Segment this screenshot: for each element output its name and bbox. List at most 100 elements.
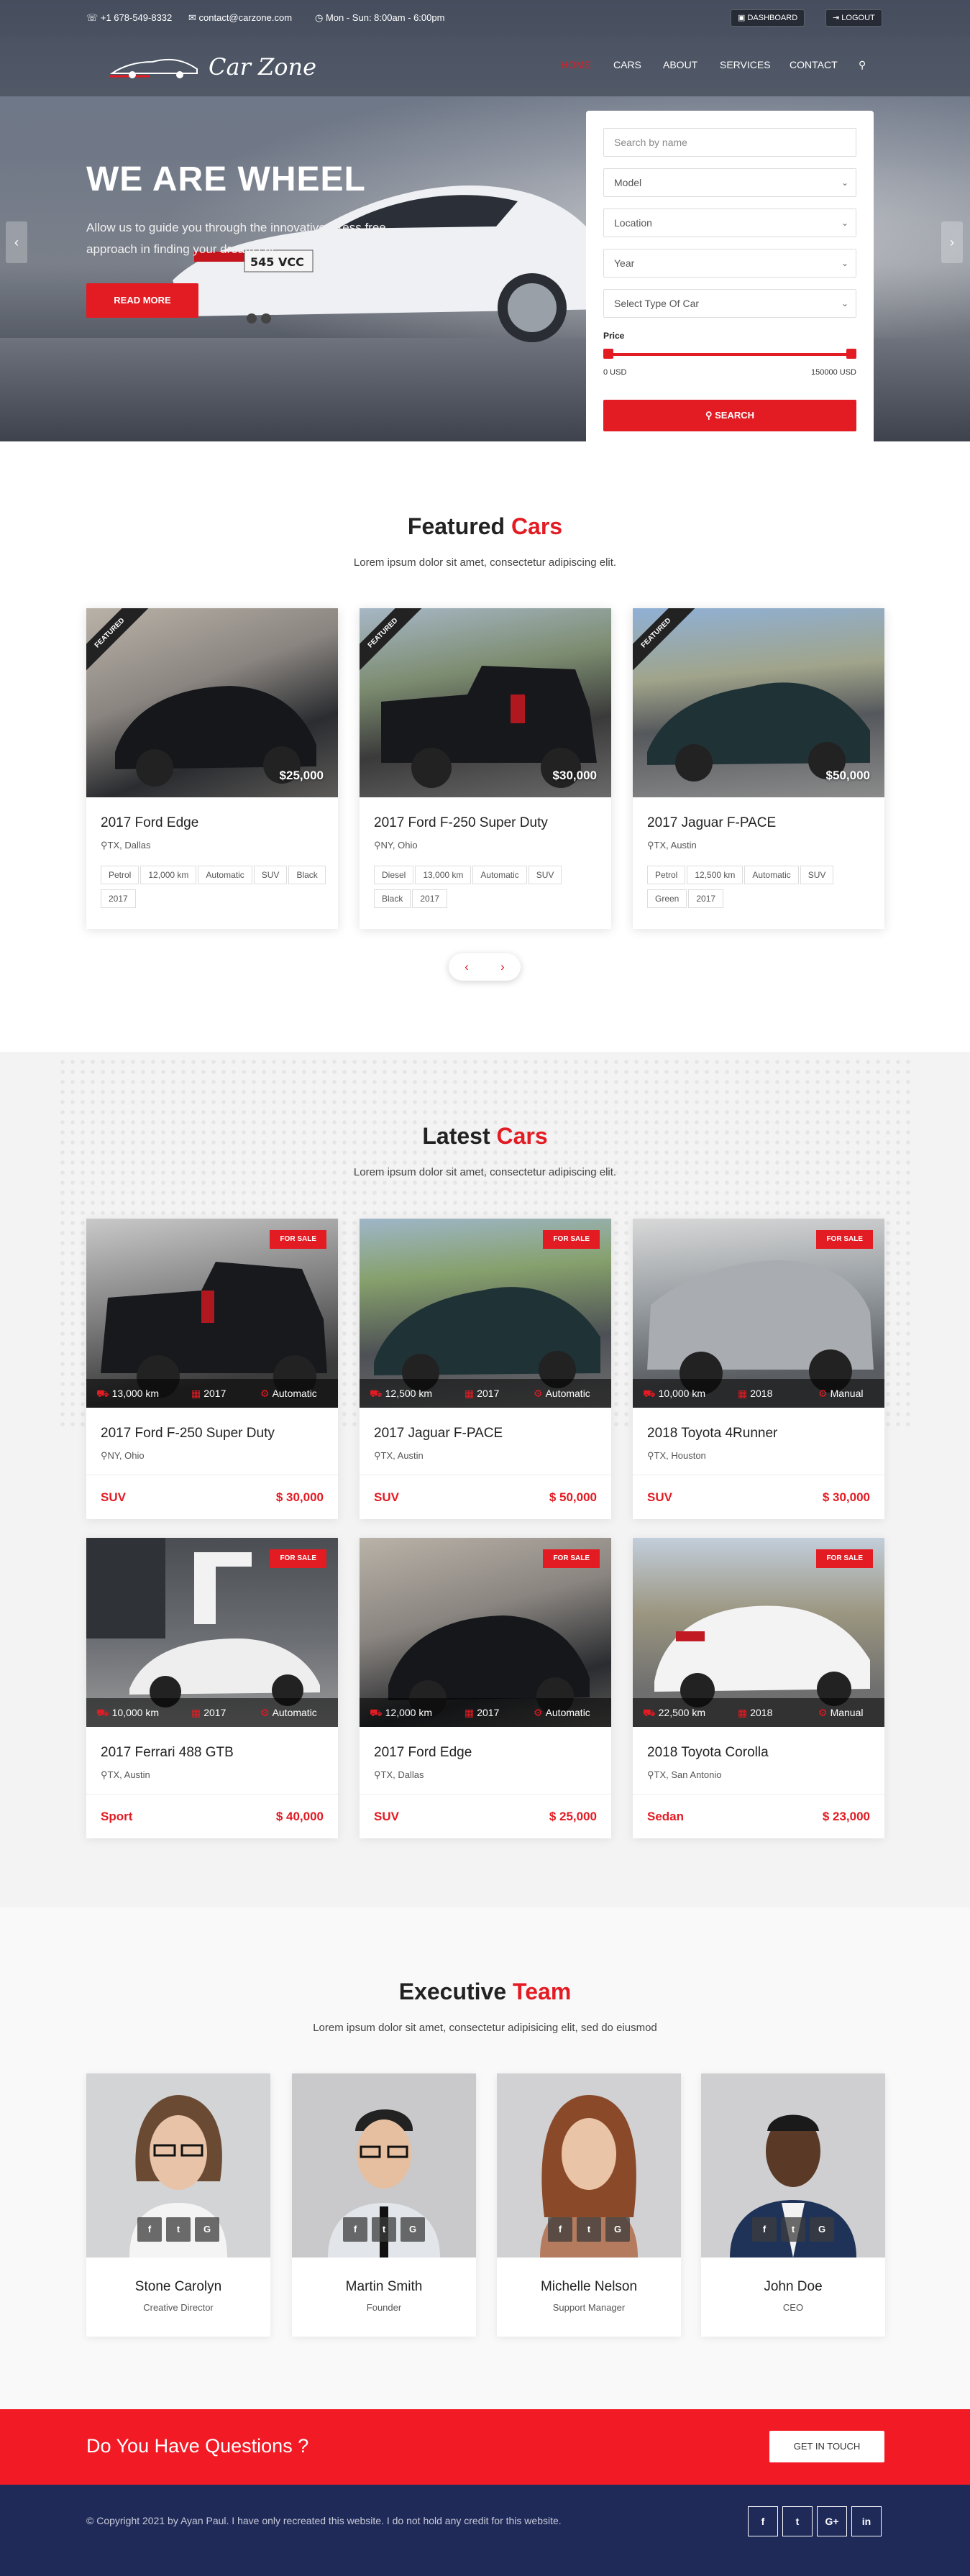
car-name[interactable]: 2018 Toyota Corolla (647, 1745, 769, 1761)
google-icon[interactable]: G (195, 2217, 219, 2242)
latest-title: Latest Cars (0, 1123, 970, 1150)
car-location-text: TX, Dallas (380, 1769, 424, 1780)
read-more-button[interactable]: READ MORE (86, 283, 198, 318)
email-info[interactable]: ✉ contact@carzone.com (188, 12, 292, 24)
car-name[interactable]: 2017 Ford F-250 Super Duty (374, 815, 548, 831)
type-select-value: Select Type Of Car (614, 298, 700, 309)
facebook-icon[interactable]: f (343, 2217, 367, 2242)
chevron-down-icon: ⌄ (841, 258, 848, 268)
car-name[interactable]: 2017 Ford Edge (101, 815, 198, 831)
search-icon[interactable]: ⚲ (859, 59, 866, 71)
car-location-text: TX, Austin (654, 840, 697, 851)
price-slider-min-handle[interactable] (603, 349, 613, 359)
tag-fuel: Petrol (101, 866, 139, 884)
twitter-icon[interactable]: t (166, 2217, 191, 2242)
chevron-down-icon: ⌄ (841, 218, 848, 228)
calendar-icon: ▦ (738, 1388, 748, 1399)
car-location: ⚲TX, Houston (647, 1450, 706, 1461)
search-button[interactable]: ⚲ SEARCH (603, 400, 856, 431)
model-select-value: Model (614, 177, 642, 188)
facebook-icon[interactable]: f (548, 2217, 572, 2242)
facebook-icon[interactable]: f (752, 2217, 777, 2242)
nav-home[interactable]: HOME (561, 59, 591, 70)
google-plus-icon[interactable]: G+ (817, 2506, 847, 2536)
team-title: Executive Team (0, 1979, 970, 2005)
twitter-icon[interactable]: t (781, 2217, 805, 2242)
chevron-right-icon[interactable]: › (485, 953, 521, 981)
car-name[interactable]: 2017 Ferrari 488 GTB (101, 1745, 234, 1761)
tag-year: 2017 (688, 889, 724, 908)
chevron-down-icon: ⌄ (841, 298, 848, 308)
google-icon[interactable]: G (401, 2217, 425, 2242)
twitter-icon[interactable]: t (782, 2506, 813, 2536)
featured-car-card[interactable]: FEATURED $25,000 2017 Ford Edge ⚲TX, Dal… (86, 608, 338, 929)
car-type: SUV (374, 1490, 399, 1504)
latest-car-card[interactable]: FOR SALE ⛟ 13,000 km ▦ 2017 ⚙ Automatic 201… (86, 1219, 338, 1519)
price-slider-max-handle[interactable] (846, 349, 856, 359)
road-icon: ⛟ (643, 1707, 656, 1718)
transmission-value: Manual (830, 1388, 864, 1399)
get-in-touch-button[interactable]: GET IN TOUCH (769, 2431, 884, 2462)
logout-button[interactable]: ⇥ LOGOUT (825, 9, 882, 27)
car-image: FEATURED $25,000 (86, 608, 338, 797)
year-select[interactable]: Year ⌄ (603, 249, 856, 278)
linkedin-icon[interactable]: in (851, 2506, 882, 2536)
for-sale-badge: FOR SALE (816, 1549, 873, 1568)
chevron-left-icon[interactable]: ‹ (449, 953, 485, 981)
latest-car-card[interactable]: FOR SALE ⛟ 10,000 km ▦ 2017 ⚙ Automatic 201… (86, 1538, 338, 1838)
car-location-text: TX, Austin (107, 1769, 150, 1780)
car-specs-bar: ⛟ 10,000 km ▦ 2018 ⚙ Manual (633, 1379, 884, 1408)
twitter-icon[interactable]: t (372, 2217, 396, 2242)
nav-cars[interactable]: CARS (613, 59, 641, 70)
member-name: Martin Smith (345, 2279, 423, 2294)
for-sale-badge: FOR SALE (543, 1230, 600, 1249)
latest-car-card[interactable]: FOR SALE ⛟ 10,000 km ▦ 2018 ⚙ Manual 2018 T… (633, 1219, 884, 1519)
car-name[interactable]: 2018 Toyota 4Runner (647, 1426, 777, 1441)
tag-fuel: Petrol (647, 866, 686, 884)
car-image: FOR SALE ⛟ 13,000 km ▦ 2017 ⚙ Automatic (86, 1219, 338, 1408)
google-icon[interactable]: G (810, 2217, 834, 2242)
featured-subtitle: Lorem ipsum dolor sit amet, consectetur … (353, 556, 617, 569)
twitter-icon[interactable]: t (577, 2217, 601, 2242)
dashboard-button[interactable]: ▣ DASHBOARD (731, 9, 805, 27)
mileage-value: 10,000 km (658, 1388, 705, 1399)
nav-contact[interactable]: CONTACT (790, 59, 838, 70)
car-specs-bar: ⛟ 10,000 km ▦ 2017 ⚙ Automatic (86, 1698, 338, 1727)
site-logo[interactable]: Car Zone (108, 52, 331, 83)
card-divider (633, 1794, 884, 1795)
latest-car-card[interactable]: FOR SALE ⛟ 12,000 km ▦ 2017 ⚙ Automatic 201… (360, 1538, 611, 1838)
latest-car-card[interactable]: FOR SALE ⛟ 12,500 km ▦ 2017 ⚙ Automatic 201… (360, 1219, 611, 1519)
featured-car-card[interactable]: FEATURED $50,000 2017 Jaguar F-PACE ⚲TX,… (633, 608, 884, 929)
model-select[interactable]: Model ⌄ (603, 168, 856, 197)
car-name[interactable]: 2017 Ford Edge (374, 1745, 472, 1761)
car-name[interactable]: 2017 Jaguar F-PACE (647, 815, 776, 831)
tag-body: SUV (528, 866, 562, 884)
transmission-spec: ⚙ Manual (818, 1388, 863, 1400)
tag-fuel: Diesel (374, 866, 414, 884)
year-spec: ▦ 2018 (738, 1388, 772, 1400)
type-select[interactable]: Select Type Of Car ⌄ (603, 289, 856, 318)
tag-transmission: Automatic (744, 866, 799, 884)
road-icon: ⛟ (370, 1388, 383, 1399)
facebook-icon[interactable]: f (137, 2217, 162, 2242)
nav-services[interactable]: SERVICES (720, 59, 771, 70)
team-member-card: ftG Martin Smith Founder (292, 2073, 476, 2337)
facebook-icon[interactable]: f (748, 2506, 778, 2536)
road-icon: ⛟ (96, 1707, 109, 1718)
latest-subtitle: Lorem ipsum dolor sit amet, consectetur … (353, 1166, 617, 1178)
location-select[interactable]: Location ⌄ (603, 208, 856, 237)
transmission-spec: ⚙ Automatic (534, 1388, 590, 1400)
tag-color: Black (374, 889, 411, 908)
google-icon[interactable]: G (605, 2217, 630, 2242)
price-slider-track[interactable] (608, 353, 852, 356)
nav-about[interactable]: ABOUT (663, 59, 697, 70)
price-min: 0 USD (603, 368, 627, 377)
slider-prev-icon[interactable]: ‹ (6, 221, 27, 263)
gear-icon: ⚙ (534, 1388, 543, 1399)
slider-next-icon[interactable]: › (941, 221, 963, 263)
name-search-input[interactable]: Search by name (603, 128, 856, 157)
car-name[interactable]: 2017 Ford F-250 Super Duty (101, 1426, 275, 1441)
featured-car-card[interactable]: FEATURED $30,000 2017 Ford F-250 Super D… (360, 608, 611, 929)
car-name[interactable]: 2017 Jaguar F-PACE (374, 1426, 503, 1441)
latest-car-card[interactable]: FOR SALE ⛟ 22,500 km ▦ 2018 ⚙ Manual 2018 T… (633, 1538, 884, 1838)
